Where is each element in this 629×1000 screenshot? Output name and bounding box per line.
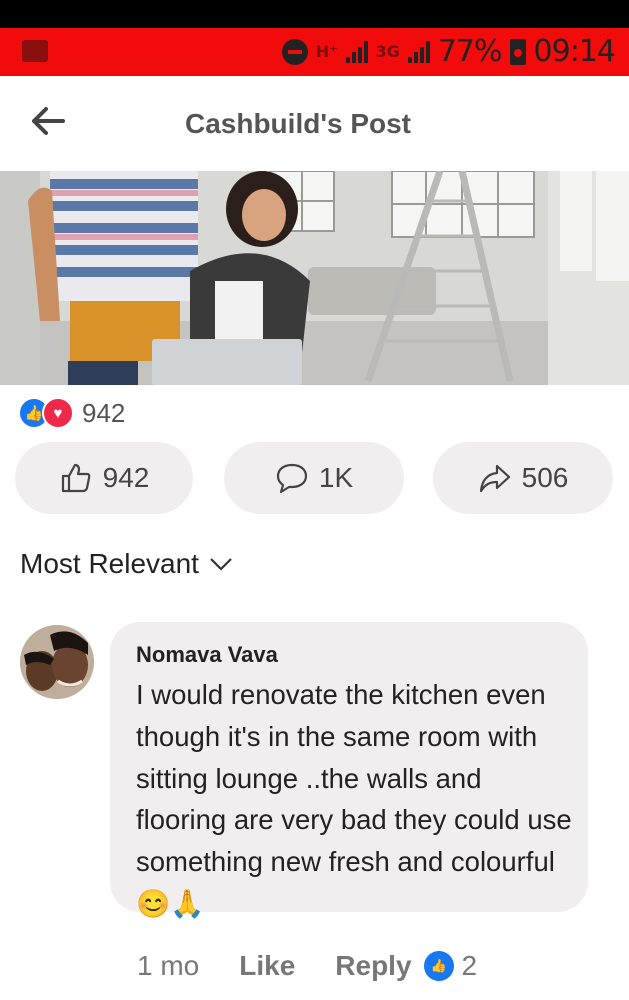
comment-reaction-count: 2: [461, 950, 478, 981]
avatar[interactable]: [20, 625, 94, 699]
post-actions: 942 1K 506: [0, 442, 629, 514]
clock: 09:14: [533, 34, 616, 69]
signal-bars-icon: [345, 40, 368, 63]
reaction-summary[interactable]: 👍 ♥ 942: [18, 397, 125, 429]
status-indicators: H⁺ 3G 77% 09:14: [281, 34, 616, 69]
post-photo-illustration: [0, 171, 629, 385]
love-reaction-icon: ♥: [42, 397, 74, 429]
like-reaction-icon: 👍: [423, 951, 454, 981]
comment-button[interactable]: 1K: [224, 442, 404, 514]
comment-bubble-icon: [276, 463, 307, 494]
comment-author[interactable]: Nomava Vava: [136, 642, 278, 668]
network-type-1: H⁺: [315, 42, 338, 61]
sort-label: Most Relevant: [20, 548, 199, 579]
battery-percent: 77%: [437, 34, 503, 69]
comment-reply-button[interactable]: Reply: [335, 950, 411, 982]
comment-footer: 1 mo Like Reply 👍 2: [137, 950, 477, 982]
like-button[interactable]: 942: [15, 442, 193, 514]
share-count: 506: [521, 462, 569, 493]
comment-bubble[interactable]: Nomava Vava I would renovate the kitchen…: [110, 622, 588, 919]
comment-age: 1 mo: [137, 950, 200, 981]
do-not-disturb-icon: [281, 38, 308, 65]
chevron-down-icon: [210, 558, 232, 571]
comment-like-button[interactable]: Like: [239, 950, 295, 982]
page-title: Cashbuild's Post: [184, 108, 412, 139]
comment-sort-dropdown[interactable]: Most Relevant: [20, 548, 233, 580]
post-header: Cashbuild's Post: [0, 76, 629, 171]
status-bar: H⁺ 3G 77% 09:14: [0, 28, 629, 76]
comment-reactions[interactable]: 👍 2: [423, 950, 478, 982]
share-button[interactable]: 506: [433, 442, 613, 514]
thumbs-up-icon: [61, 463, 90, 493]
top-black-bar: [0, 0, 629, 28]
like-count: 942: [102, 462, 150, 493]
gallery-notification-icon: [22, 40, 48, 62]
network-type-2: 3G: [375, 42, 400, 61]
post-image[interactable]: [0, 171, 629, 385]
reaction-count: 942: [82, 397, 126, 428]
avatar-photo: [20, 625, 94, 699]
share-arrow-icon: [479, 464, 510, 493]
signal-bars-icon: [407, 40, 430, 63]
battery-icon: [509, 38, 526, 65]
comment-count: 1K: [318, 462, 354, 493]
comment-text: I would renovate the kitchen even though…: [136, 679, 572, 919]
